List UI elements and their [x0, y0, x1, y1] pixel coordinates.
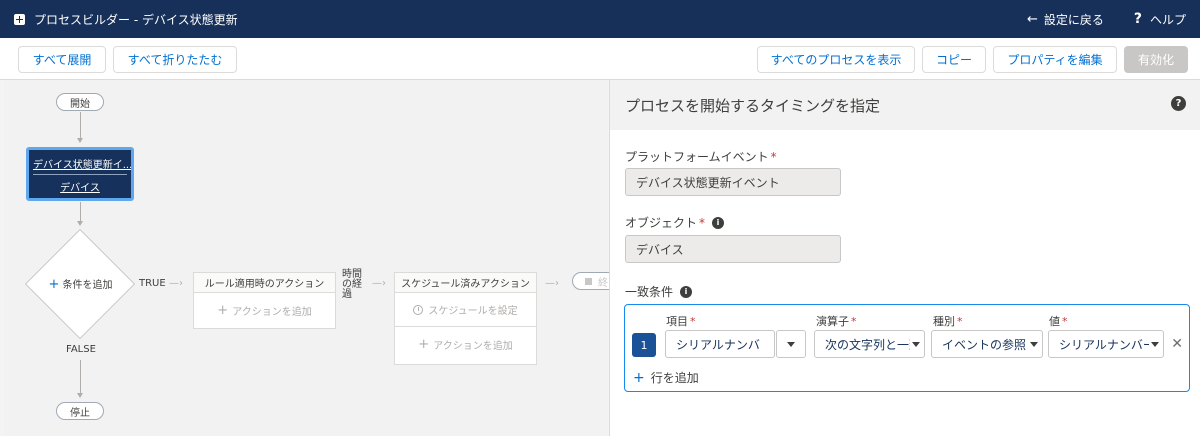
- operator-select-value: 次の文字列と一致する: [825, 337, 910, 352]
- object-label-text: オブジェクト: [625, 216, 698, 230]
- operator-select[interactable]: 次の文字列と一致する: [814, 330, 925, 358]
- immediate-actions-group: ルール適用時のアクション + アクションを追加: [193, 272, 336, 329]
- connector: [80, 360, 81, 394]
- add-criteria-button[interactable]: + 条件を追加: [33, 276, 128, 292]
- arrow-right-icon: —›: [545, 278, 559, 289]
- arrow-left-icon: ←: [1026, 11, 1038, 27]
- end-node-label: 終: [598, 277, 608, 289]
- toolbar: すべて展開 すべて折りたたむ すべてのプロセスを表示 コピー プロパティを編集 …: [0, 38, 1200, 80]
- object-label: オブジェクト * i: [625, 214, 725, 231]
- scheduled-actions-group: スケジュール済みアクション スケジュールを設定 + アクションを追加: [394, 272, 537, 365]
- value-select-value: シリアルナンバー: [1059, 337, 1149, 352]
- column-field: 項目 *: [666, 315, 696, 328]
- app-header: プロセスビルダー - デバイス状態更新 ← 設定に戻る ? ヘルプ: [0, 0, 1200, 38]
- panel-header: プロセスを開始するタイミングを指定 ?: [610, 80, 1200, 130]
- edit-properties-button[interactable]: プロパティを編集: [993, 46, 1117, 73]
- stop-node: 停止: [56, 402, 104, 420]
- trigger-node[interactable]: デバイス状態更新イ... デバイス: [26, 147, 134, 201]
- platform-event-field: デバイス状態更新イベント: [625, 168, 841, 196]
- set-schedule-label: スケジュールを設定: [428, 306, 518, 317]
- add-action-label: アクションを追加: [232, 306, 312, 318]
- trigger-event-link[interactable]: デバイス状態更新イ...: [29, 150, 131, 174]
- back-to-setup-label: 設定に戻る: [1043, 12, 1104, 27]
- object-field: デバイス: [625, 235, 841, 263]
- match-conditions-label-text: 一致条件: [625, 285, 674, 299]
- row-number-badge: 1: [632, 333, 656, 357]
- connector: [80, 112, 81, 139]
- add-row-label: 行を追加: [650, 371, 699, 385]
- field-input-value: シリアルナンバー: [676, 337, 760, 352]
- platform-event-label: プラットフォームイベント *: [625, 148, 777, 165]
- copy-button[interactable]: コピー: [922, 46, 986, 73]
- help-label: ヘルプ: [1149, 12, 1186, 27]
- scheduled-actions-header: スケジュール済みアクション: [395, 273, 536, 293]
- chevron-down-icon: [787, 342, 795, 347]
- plus-icon: +: [217, 302, 229, 318]
- plus-icon: +: [48, 277, 60, 292]
- chevron-down-icon: [1151, 342, 1159, 347]
- start-node: 開始: [56, 93, 104, 111]
- add-immediate-action-button[interactable]: + アクションを追加: [194, 293, 335, 327]
- arrow-down-icon: [77, 138, 83, 143]
- add-action-label: アクションを追加: [433, 340, 513, 352]
- arrow-down-icon: [77, 393, 83, 398]
- column-value: 値 *: [1049, 315, 1068, 328]
- process-builder-icon: [14, 13, 25, 25]
- add-row-button[interactable]: + 行を追加: [633, 369, 699, 386]
- properties-panel: プロセスを開始するタイミングを指定 ? プラットフォームイベント * デバイス状態…: [609, 80, 1200, 436]
- view-all-processes-button[interactable]: すべてのプロセスを表示: [757, 46, 915, 73]
- required-marker: *: [699, 215, 706, 230]
- add-criteria-label: 条件を追加: [62, 280, 113, 291]
- platform-event-label-text: プラットフォームイベント: [625, 150, 769, 164]
- time-elapsed-label: 時間の経過: [342, 269, 362, 300]
- field-picker-button[interactable]: [776, 330, 806, 358]
- required-marker: *: [770, 149, 777, 164]
- value-select[interactable]: シリアルナンバー: [1048, 330, 1164, 358]
- back-to-setup-link[interactable]: ← 設定に戻る: [1027, 11, 1104, 28]
- add-scheduled-action-button[interactable]: + アクションを追加: [395, 327, 536, 361]
- arrow-right-icon: —›: [372, 278, 386, 289]
- panel-title: プロセスを開始するタイミングを指定: [625, 96, 881, 115]
- help-link[interactable]: ? ヘルプ: [1134, 11, 1186, 28]
- column-type: 種別 *: [933, 315, 963, 328]
- info-icon[interactable]: i: [680, 285, 693, 298]
- stop-square-icon: [585, 277, 592, 285]
- set-schedule-button[interactable]: スケジュールを設定: [395, 293, 536, 327]
- false-label: FALSE: [66, 344, 96, 355]
- arrow-right-icon: —›: [169, 278, 183, 289]
- field-input[interactable]: シリアルナンバー: [665, 330, 775, 358]
- connector: [80, 202, 81, 222]
- immediate-actions-header: ルール適用時のアクション: [194, 273, 335, 293]
- delete-row-icon[interactable]: ✕: [1171, 336, 1183, 352]
- type-select-value: イベントの参照: [942, 337, 1027, 352]
- trigger-object-link[interactable]: デバイス: [29, 175, 131, 194]
- chevron-down-icon: [1030, 342, 1038, 347]
- plus-icon: +: [633, 369, 645, 386]
- process-canvas: 開始 デバイス状態更新イ... デバイス + 条件を追加 TRUE —› ルール適…: [4, 80, 632, 436]
- match-conditions-label: 一致条件 i: [625, 283, 693, 300]
- help-icon[interactable]: ?: [1171, 96, 1186, 111]
- collapse-all-button[interactable]: すべて折りたたむ: [113, 46, 237, 73]
- column-operator: 演算子 *: [816, 315, 857, 328]
- condition-table: 項目* 演算子* 種別* 値* 1 シリアルナンバー 次の文字列と一致する イベ…: [624, 304, 1190, 392]
- clock-icon: [413, 304, 424, 315]
- info-icon[interactable]: i: [712, 216, 725, 229]
- arrow-down-icon: [77, 221, 83, 226]
- expand-all-button[interactable]: すべて展開: [18, 46, 106, 73]
- question-icon: ?: [1133, 11, 1142, 27]
- true-label: TRUE: [139, 278, 166, 289]
- type-select[interactable]: イベントの参照: [931, 330, 1043, 358]
- page-title: プロセスビルダー - デバイス状態更新: [34, 12, 238, 27]
- chevron-down-icon: [912, 342, 920, 347]
- plus-icon: +: [418, 336, 430, 352]
- activate-button[interactable]: 有効化: [1124, 46, 1188, 73]
